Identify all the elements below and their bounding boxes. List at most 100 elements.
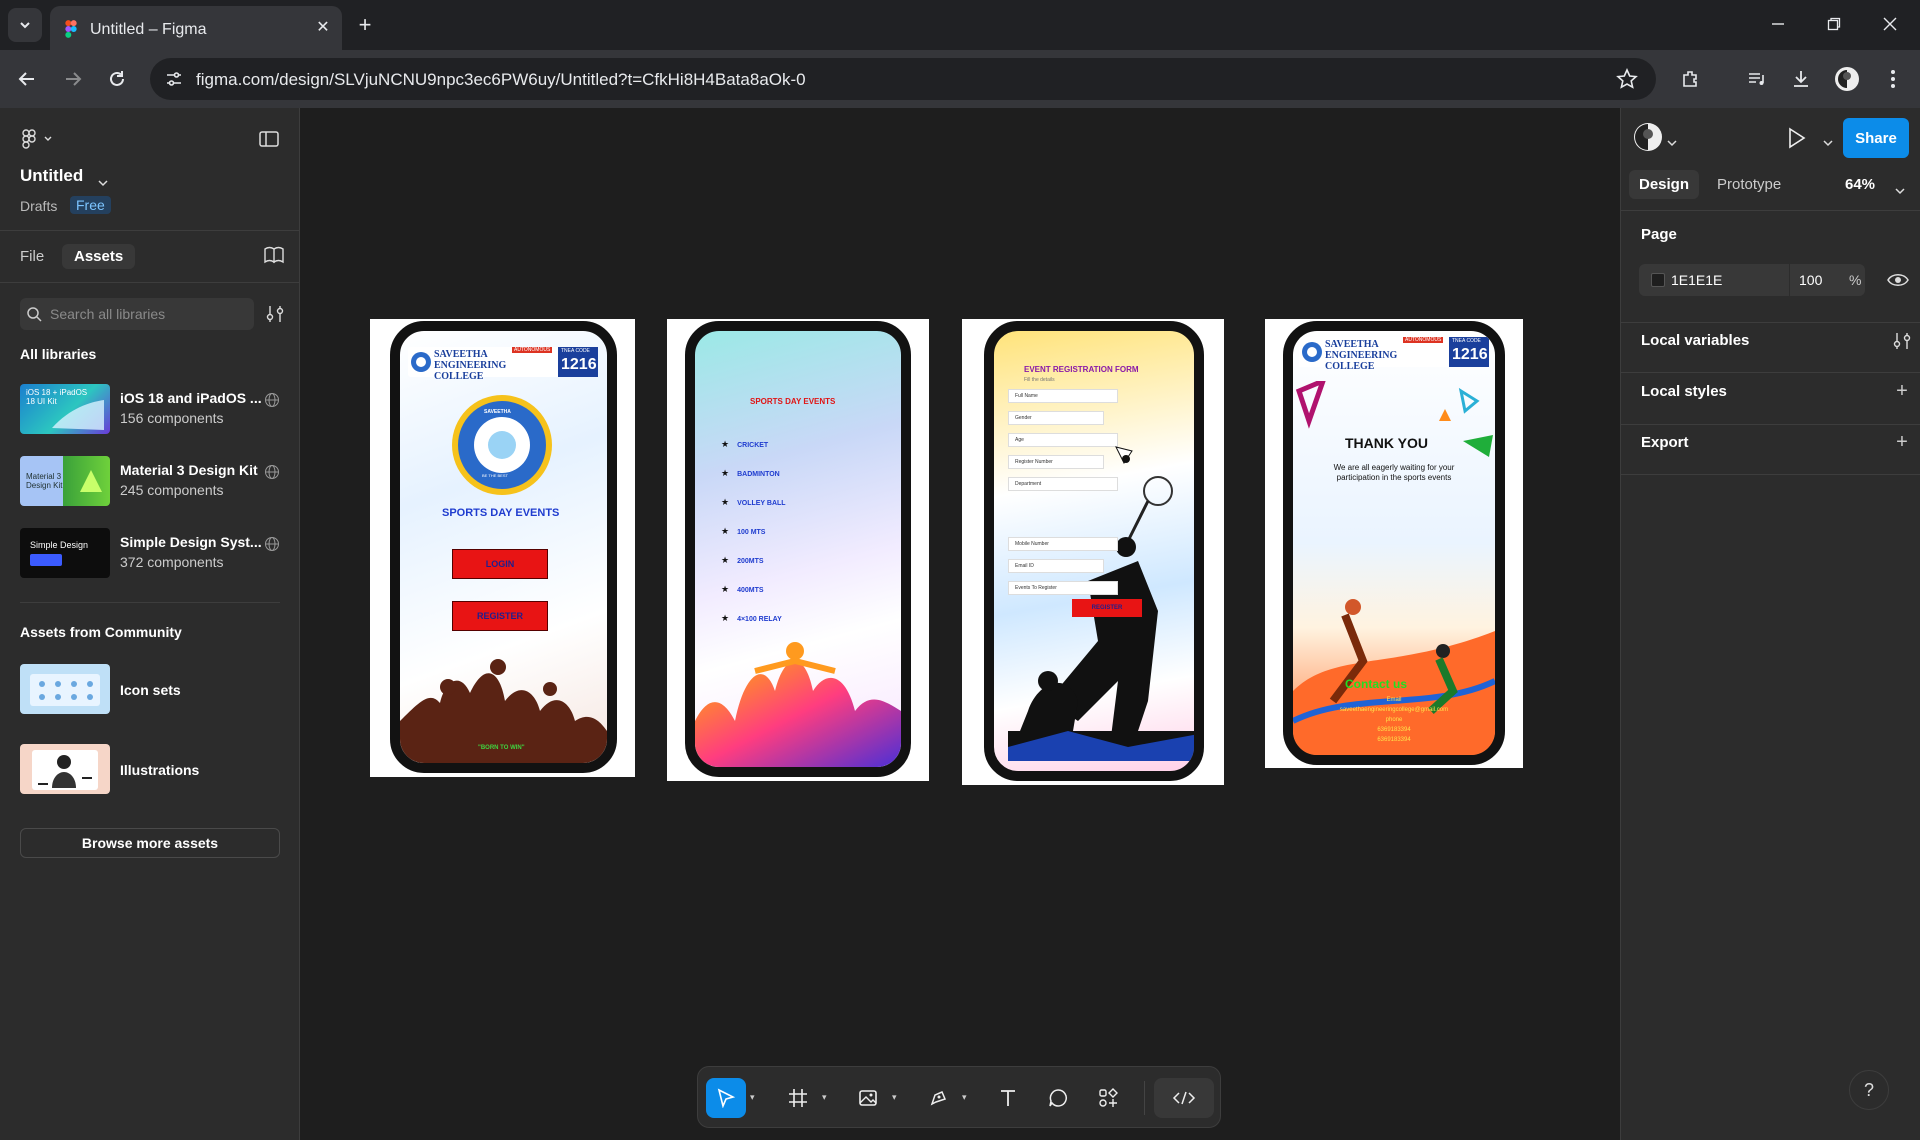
drafts-link[interactable]: Drafts <box>20 198 57 214</box>
college-name: SAVEETHA ENGINEERING COLLEGE <box>1325 339 1398 372</box>
canvas-frame-login[interactable]: SAVEETHA ENGINEERING COLLEGE AUTONOMOUS … <box>370 319 635 777</box>
chevron-down-icon[interactable] <box>98 174 108 192</box>
library-name: Simple Design Syst... <box>120 534 262 550</box>
chevron-down-icon[interactable] <box>1667 134 1677 152</box>
figma-main-menu-button[interactable] <box>20 128 56 150</box>
event-list-item: ★ 4×100 RELAY <box>721 613 782 624</box>
event-name: CRICKET <box>737 442 769 449</box>
address-bar[interactable]: figma.com/design/SLVjuNCNU9npc3ec6PW6uy/… <box>150 58 1656 100</box>
chevron-down-icon[interactable] <box>1895 182 1905 200</box>
restore-icon[interactable] <box>1814 8 1854 40</box>
pen-icon <box>930 1091 947 1106</box>
comment-tool-button[interactable] <box>1038 1078 1078 1118</box>
tab-search-button[interactable] <box>8 8 42 42</box>
dev-mode-toggle[interactable] <box>1154 1078 1214 1118</box>
image-tool-button[interactable] <box>848 1078 888 1118</box>
form-field[interactable]: Gender <box>1008 411 1104 425</box>
page-fill-input[interactable]: 1E1E1E 100 % <box>1639 264 1865 296</box>
reload-icon[interactable] <box>100 62 134 96</box>
chevron-down-icon[interactable]: ▾ <box>892 1092 902 1102</box>
text-tool-button[interactable] <box>988 1078 1028 1118</box>
variables-settings-icon[interactable] <box>1893 332 1911 350</box>
form-field[interactable]: Full Name <box>1008 389 1118 403</box>
minimize-icon[interactable] <box>1758 8 1798 40</box>
library-book-icon[interactable] <box>264 246 284 269</box>
chevron-down-icon[interactable] <box>1823 134 1833 152</box>
user-avatar[interactable] <box>1633 122 1665 154</box>
browser-tab-active[interactable]: Untitled – Figma ✕ <box>50 6 342 50</box>
bookmark-star-icon[interactable] <box>1616 68 1638 90</box>
close-window-icon[interactable] <box>1870 8 1910 40</box>
move-tool-button[interactable] <box>706 1078 746 1118</box>
new-tab-button[interactable]: + <box>352 12 378 38</box>
chevron-down-icon[interactable]: ▾ <box>962 1092 972 1102</box>
add-plus-icon[interactable]: + <box>1893 380 1911 402</box>
community-item-illustrations[interactable]: Illustrations <box>20 744 280 800</box>
pen-tool-button[interactable] <box>918 1078 958 1118</box>
export-heading[interactable]: Export <box>1641 434 1689 451</box>
login-button[interactable]: LOGIN <box>452 549 548 579</box>
form-field[interactable]: Email ID <box>1008 559 1104 573</box>
browse-more-assets-button[interactable]: Browse more assets <box>20 828 280 858</box>
library-item-material[interactable]: Material 3 Design Kit Material 3 Design … <box>20 456 280 512</box>
tab-design[interactable]: Design <box>1629 170 1700 199</box>
library-search-input[interactable]: Search all libraries <box>20 298 254 330</box>
event-name: VOLLEY BALL <box>737 500 786 507</box>
contact-title: Contact us <box>1345 677 1408 691</box>
event-name: 4×100 RELAY <box>737 616 782 623</box>
divider <box>1621 372 1920 373</box>
present-play-icon[interactable] <box>1785 126 1807 150</box>
visibility-eye-icon[interactable] <box>1887 270 1909 295</box>
media-control-icon[interactable] <box>1740 62 1774 96</box>
local-styles-heading[interactable]: Local styles <box>1641 383 1727 400</box>
profile-avatar[interactable] <box>1830 62 1864 96</box>
local-variables-heading[interactable]: Local variables <box>1641 332 1749 349</box>
download-icon[interactable] <box>1784 62 1818 96</box>
actions-tool-button[interactable] <box>1088 1078 1128 1118</box>
library-thumbnail: iOS 18 + iPadOS 18 UI Kit <box>20 384 110 434</box>
file-title[interactable]: Untitled <box>20 166 83 186</box>
back-arrow-icon[interactable] <box>10 62 44 96</box>
form-field[interactable]: Age <box>1008 433 1118 447</box>
site-info-icon[interactable] <box>164 69 184 89</box>
tab-assets[interactable]: Assets <box>62 244 136 269</box>
zoom-level[interactable]: 64% <box>1845 176 1875 193</box>
add-plus-icon[interactable]: + <box>1893 431 1911 453</box>
help-button[interactable]: ? <box>1849 1070 1889 1110</box>
library-item-simple[interactable]: Simple Design System Simple Design Syst.… <box>20 528 280 584</box>
forward-arrow-icon[interactable] <box>56 62 90 96</box>
chevron-down-icon[interactable]: ▾ <box>822 1092 832 1102</box>
illustrations-thumbnail <box>20 744 110 794</box>
library-item-ios[interactable]: iOS 18 + iPadOS 18 UI Kit iOS 18 and iPa… <box>20 384 280 440</box>
form-field[interactable]: Events To Register <box>1008 581 1118 595</box>
divider <box>0 230 300 231</box>
tab-prototype[interactable]: Prototype <box>1717 176 1781 193</box>
community-item-icon-sets[interactable]: Icon sets <box>20 664 280 720</box>
browser-menu-icon[interactable] <box>1876 62 1910 96</box>
screen-title: SPORTS DAY EVENTS <box>442 507 560 519</box>
college-logo-icon <box>411 352 431 372</box>
event-list-item: ★ 400MTS <box>721 584 764 595</box>
extensions-icon[interactable] <box>1674 62 1708 96</box>
college-logo-icon <box>1302 342 1322 362</box>
form-field[interactable]: Mobile Number <box>1008 537 1118 551</box>
chevron-down-icon[interactable]: ▾ <box>750 1092 760 1102</box>
fill-hex-value[interactable]: 1E1E1E <box>1671 272 1722 288</box>
color-swatch[interactable] <box>1651 273 1665 287</box>
right-properties-panel: Share Design Prototype 64% Page 1E1E1E 1… <box>1620 108 1920 1140</box>
canvas-frame-events[interactable]: SPORTS DAY EVENTS ★ CRICKET ★ BADMINTON ★ VOL… <box>667 319 929 781</box>
register-submit-button[interactable]: REGISTER <box>1072 599 1142 617</box>
frame-tool-button[interactable] <box>778 1078 818 1118</box>
event-list-item: ★ VOLLEY BALL <box>721 497 786 508</box>
sidebar-toggle-icon[interactable] <box>258 128 280 150</box>
thumbnail-text: Material 3 Design Kit <box>26 472 63 490</box>
canvas-frame-thank-you[interactable]: SAVEETHA ENGINEERING COLLEGE AUTONOMOUS … <box>1265 319 1523 768</box>
contact-line: saveethaengineeringcollege@gmail.com <box>1339 707 1449 713</box>
tab-file[interactable]: File <box>20 248 44 265</box>
register-button[interactable]: REGISTER <box>452 601 548 631</box>
fill-opacity-value[interactable]: 100 <box>1799 272 1822 288</box>
canvas-frame-registration[interactable]: EVENT REGISTRATION FORM Fill the details… <box>962 319 1224 785</box>
share-button[interactable]: Share <box>1843 118 1909 158</box>
filter-settings-icon[interactable] <box>266 304 284 329</box>
close-tab-icon[interactable]: ✕ <box>312 16 334 38</box>
